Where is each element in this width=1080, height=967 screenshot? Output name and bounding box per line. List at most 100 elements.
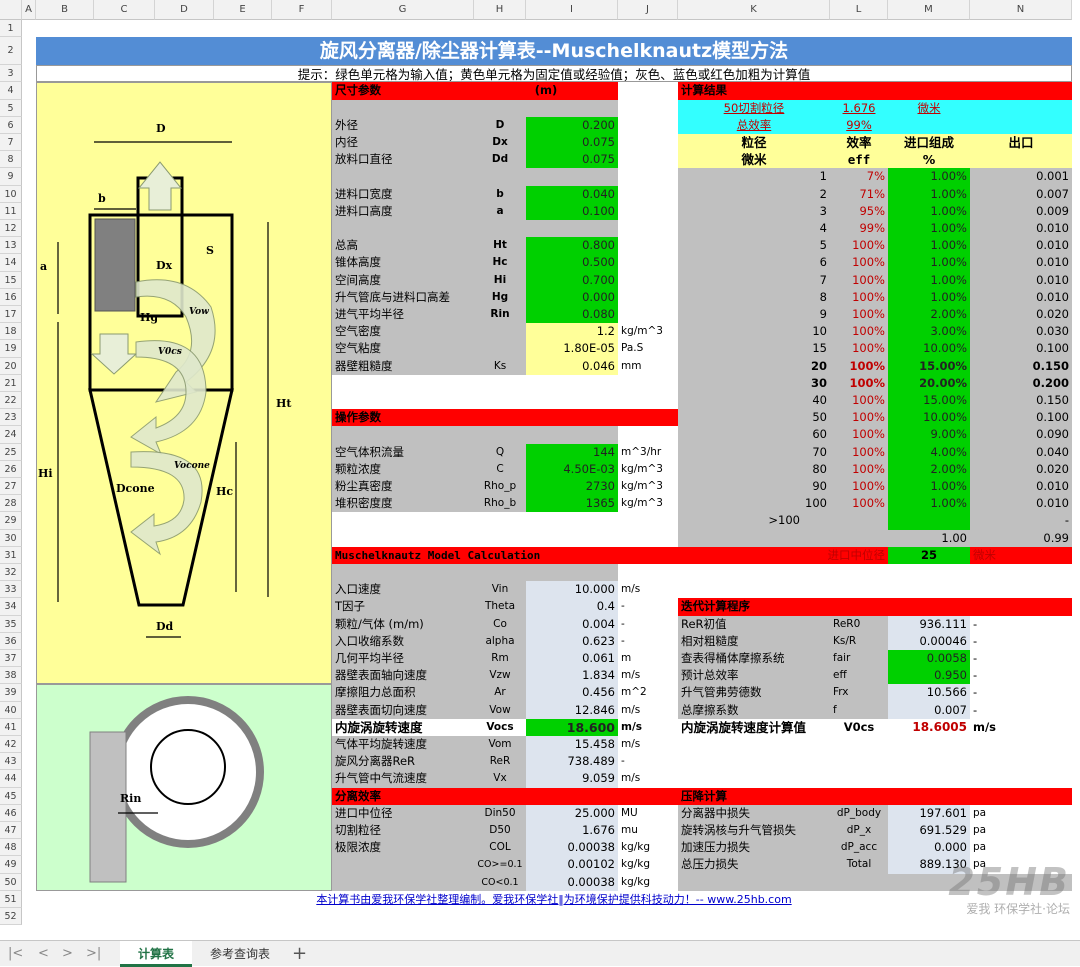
param-value[interactable]: 0.080 — [526, 306, 618, 324]
param-unit[interactable]: m^2 — [618, 684, 678, 701]
row-header[interactable]: 16 — [0, 288, 22, 306]
inlet-value[interactable]: 1.00% — [888, 237, 970, 255]
param-name[interactable]: 极限浓度 — [332, 839, 474, 857]
row-header[interactable]: 34 — [0, 598, 22, 616]
column-header[interactable]: G — [332, 0, 474, 20]
eff-value[interactable]: 100% — [830, 478, 888, 496]
param-name[interactable]: 入口速度 — [332, 581, 474, 599]
param-value[interactable]: 2730 — [526, 478, 618, 496]
dims-unit[interactable]: (m) — [474, 82, 618, 100]
unit-outlet[interactable] — [970, 151, 1072, 169]
row-header[interactable]: 45 — [0, 787, 22, 805]
param-value[interactable]: 197.601 — [888, 804, 970, 822]
section-header-pressure[interactable]: 压降计算 — [678, 787, 1072, 805]
param-name[interactable]: 进气平均半径 — [332, 306, 474, 324]
param-name[interactable]: T因子 — [332, 598, 474, 616]
param-name[interactable]: 外径 — [332, 116, 474, 134]
row-header[interactable]: 39 — [0, 684, 22, 702]
eff-value[interactable]: 100% — [830, 323, 888, 341]
param-value[interactable]: 0.0058 — [888, 650, 970, 668]
size-value[interactable]: 8 — [678, 288, 830, 306]
param-unit[interactable]: m/s — [618, 736, 678, 753]
inlet-value[interactable]: 1.00% — [888, 495, 970, 513]
eff-value[interactable]: 100% — [830, 392, 888, 410]
param-unit[interactable]: m^3/hr — [618, 444, 678, 461]
row-header[interactable]: 47 — [0, 822, 22, 840]
param-value[interactable]: 0.000 — [526, 288, 618, 306]
param-symbol[interactable]: Hg — [474, 288, 526, 306]
param-unit[interactable]: - — [970, 616, 1072, 633]
size-value[interactable]: >100 — [678, 512, 830, 530]
eff-value[interactable]: 100% — [830, 460, 888, 478]
param-symbol[interactable]: Vocs — [474, 718, 526, 736]
row-header[interactable]: 41 — [0, 718, 22, 736]
outlet-value[interactable]: 0.020 — [970, 460, 1072, 478]
param-symbol[interactable]: fair — [830, 650, 888, 668]
section-header-ops[interactable]: 操作参数 — [332, 409, 678, 427]
param-name[interactable]: 分离器中损失 — [678, 804, 830, 822]
param-symbol[interactable]: Theta — [474, 598, 526, 616]
param-value[interactable]: 1.834 — [526, 667, 618, 685]
row-header[interactable]: 2 — [0, 37, 22, 66]
outlet-value[interactable]: 0.007 — [970, 185, 1072, 203]
param-unit[interactable]: - — [970, 650, 1072, 667]
row-header[interactable]: 17 — [0, 306, 22, 324]
column-header[interactable]: D — [155, 0, 214, 20]
outlet-value[interactable]: 0.030 — [970, 323, 1072, 341]
param-symbol[interactable]: Vom — [474, 736, 526, 754]
unit-size[interactable]: 微米 — [678, 151, 830, 169]
col-header-eff[interactable]: 效率 — [830, 134, 888, 152]
column-header[interactable]: B — [36, 0, 94, 20]
row-header[interactable]: 35 — [0, 615, 22, 633]
param-symbol[interactable]: dP_x — [830, 822, 888, 840]
row-header[interactable]: 12 — [0, 220, 22, 238]
blank-row[interactable] — [678, 873, 1072, 891]
row-header[interactable]: 50 — [0, 873, 22, 891]
eff-value[interactable]: 99% — [830, 220, 888, 238]
outlet-value[interactable]: 0.010 — [970, 254, 1072, 272]
param-unit[interactable]: m — [618, 650, 678, 667]
param-unit[interactable]: - — [970, 684, 1072, 701]
param-unit[interactable]: m/s — [618, 702, 678, 719]
param-unit[interactable]: pa — [970, 822, 1072, 839]
param-value[interactable]: 738.489 — [526, 753, 618, 771]
param-unit[interactable]: pa — [970, 839, 1072, 856]
param-unit[interactable]: mu — [618, 822, 678, 839]
row-header[interactable]: 22 — [0, 392, 22, 410]
row-header[interactable]: 21 — [0, 374, 22, 392]
inlet-value[interactable]: 1.00% — [888, 254, 970, 272]
param-symbol[interactable]: CO<0.1 — [474, 873, 526, 891]
blank-row[interactable] — [332, 426, 618, 444]
column-header[interactable]: I — [526, 0, 618, 20]
eff-value[interactable]: 100% — [830, 288, 888, 306]
param-name[interactable]: 查表得桶体摩擦系统 — [678, 650, 830, 668]
column-header[interactable]: J — [618, 0, 678, 20]
param-value[interactable]: 0.046 — [526, 357, 618, 375]
param-name[interactable]: 加速压力损失 — [678, 839, 830, 857]
row-header[interactable]: 37 — [0, 650, 22, 668]
outlet-value[interactable]: 0.150 — [970, 357, 1072, 375]
param-name[interactable]: 颗粒浓度 — [332, 460, 474, 478]
param-value[interactable]: 936.111 — [888, 615, 970, 633]
footer-text[interactable]: 本计算书由爱我环保学社整理编制。爱我环保学社‖为环境保护提供科技动力！-- ww… — [36, 891, 1072, 908]
row-header[interactable]: 1 — [0, 20, 22, 38]
param-symbol[interactable]: Rho_b — [474, 495, 526, 513]
row-header[interactable]: 7 — [0, 134, 22, 152]
col-header-inlet[interactable]: 进口组成 — [888, 134, 970, 152]
row-header[interactable]: 10 — [0, 185, 22, 203]
size-value[interactable]: 100 — [678, 495, 830, 513]
param-value[interactable]: 1.80E-05 — [526, 340, 618, 358]
param-symbol[interactable]: dP_body — [830, 804, 888, 822]
param-symbol[interactable]: Dd — [474, 151, 526, 169]
row-header[interactable]: 43 — [0, 753, 22, 771]
row-header[interactable]: 29 — [0, 512, 22, 530]
param-value[interactable]: 9.059 — [526, 770, 618, 788]
inlet-value[interactable]: 2.00% — [888, 460, 970, 478]
eff-value[interactable]: 100% — [830, 254, 888, 272]
eff-value[interactable]: 100% — [830, 426, 888, 444]
section-header-separation[interactable]: 分离效率 — [332, 787, 678, 805]
param-symbol[interactable]: COL — [474, 839, 526, 857]
vocs-calc-value[interactable]: 18.6005 — [888, 719, 970, 736]
size-value[interactable]: 40 — [678, 392, 830, 410]
outlet-value[interactable]: 0.009 — [970, 202, 1072, 220]
